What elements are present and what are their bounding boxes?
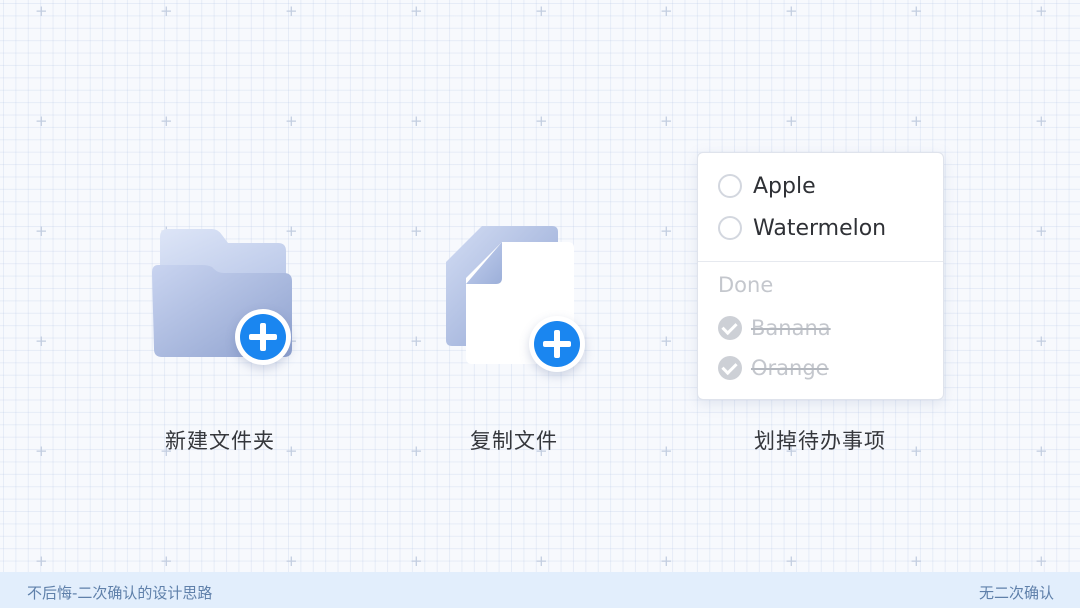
done-item-label: Orange xyxy=(751,356,829,380)
grid-plus-icon: + xyxy=(1035,112,1048,130)
grid-plus-icon: + xyxy=(785,112,798,130)
add-badge-icon xyxy=(529,316,585,372)
grid-plus-icon: + xyxy=(535,2,548,20)
grid-plus-icon: + xyxy=(785,2,798,20)
checkbox-icon[interactable] xyxy=(718,174,742,198)
footer-title: 不后悔-二次确认的设计思路 xyxy=(27,584,213,602)
grid-plus-icon: + xyxy=(1035,222,1048,240)
grid-plus-icon: + xyxy=(35,552,48,570)
grid-plus-icon: + xyxy=(410,2,423,20)
todo-list-card: Apple Watermelon Done Banana Orange xyxy=(697,152,944,400)
grid-plus-icon: + xyxy=(1035,2,1048,20)
grid-plus-icon: + xyxy=(660,552,673,570)
footer-bar: 不后悔-二次确认的设计思路 无二次确认 xyxy=(0,572,1080,608)
caption-copy-file: 复制文件 xyxy=(470,429,558,453)
caption-cross-out-todo: 划掉待办事项 xyxy=(754,429,886,453)
grid-plus-icon: + xyxy=(660,442,673,460)
done-heading: Done xyxy=(718,273,774,297)
grid-plus-icon: + xyxy=(410,552,423,570)
grid-plus-icon: + xyxy=(285,552,298,570)
grid-plus-icon: + xyxy=(410,222,423,240)
grid-plus-icon: + xyxy=(910,2,923,20)
todo-item[interactable]: Watermelon xyxy=(718,213,886,243)
grid-plus-icon: + xyxy=(160,2,173,20)
grid-plus-icon: + xyxy=(35,332,48,350)
grid-plus-icon: + xyxy=(660,222,673,240)
grid-plus-icon: + xyxy=(285,2,298,20)
grid-plus-icon: + xyxy=(35,222,48,240)
todo-item-label: Watermelon xyxy=(753,215,887,241)
grid-plus-icon: + xyxy=(1035,442,1048,460)
grid-plus-icon: + xyxy=(160,112,173,130)
grid-plus-icon: + xyxy=(1035,552,1048,570)
grid-plus-icon: + xyxy=(910,552,923,570)
grid-plus-icon: + xyxy=(160,552,173,570)
new-folder-illustration xyxy=(150,225,300,373)
grid-plus-icon: + xyxy=(410,332,423,350)
grid-plus-icon: + xyxy=(35,442,48,460)
grid-plus-icon: + xyxy=(535,112,548,130)
grid-plus-icon: + xyxy=(410,112,423,130)
grid-plus-icon: + xyxy=(285,112,298,130)
grid-plus-icon: + xyxy=(35,112,48,130)
divider xyxy=(698,261,943,262)
todo-item-label: Apple xyxy=(753,173,816,199)
copy-file-illustration xyxy=(440,222,590,372)
done-item-label: Banana xyxy=(751,316,831,340)
grid-plus-icon: + xyxy=(910,112,923,130)
done-item[interactable]: Orange xyxy=(718,353,829,383)
grid-plus-icon: + xyxy=(35,2,48,20)
add-badge-icon xyxy=(235,309,291,365)
grid-plus-icon: + xyxy=(785,552,798,570)
done-item[interactable]: Banana xyxy=(718,313,831,343)
grid-plus-icon: + xyxy=(660,332,673,350)
check-circle-icon[interactable] xyxy=(718,356,742,380)
todo-item[interactable]: Apple xyxy=(718,171,816,201)
grid-plus-icon: + xyxy=(660,2,673,20)
grid-plus-icon: + xyxy=(1035,332,1048,350)
check-circle-icon[interactable] xyxy=(718,316,742,340)
footer-tag: 无二次确认 xyxy=(978,584,1054,602)
grid-plus-icon: + xyxy=(660,112,673,130)
checkbox-icon[interactable] xyxy=(718,216,742,240)
grid-plus-icon: + xyxy=(535,552,548,570)
caption-new-folder: 新建文件夹 xyxy=(165,429,275,453)
